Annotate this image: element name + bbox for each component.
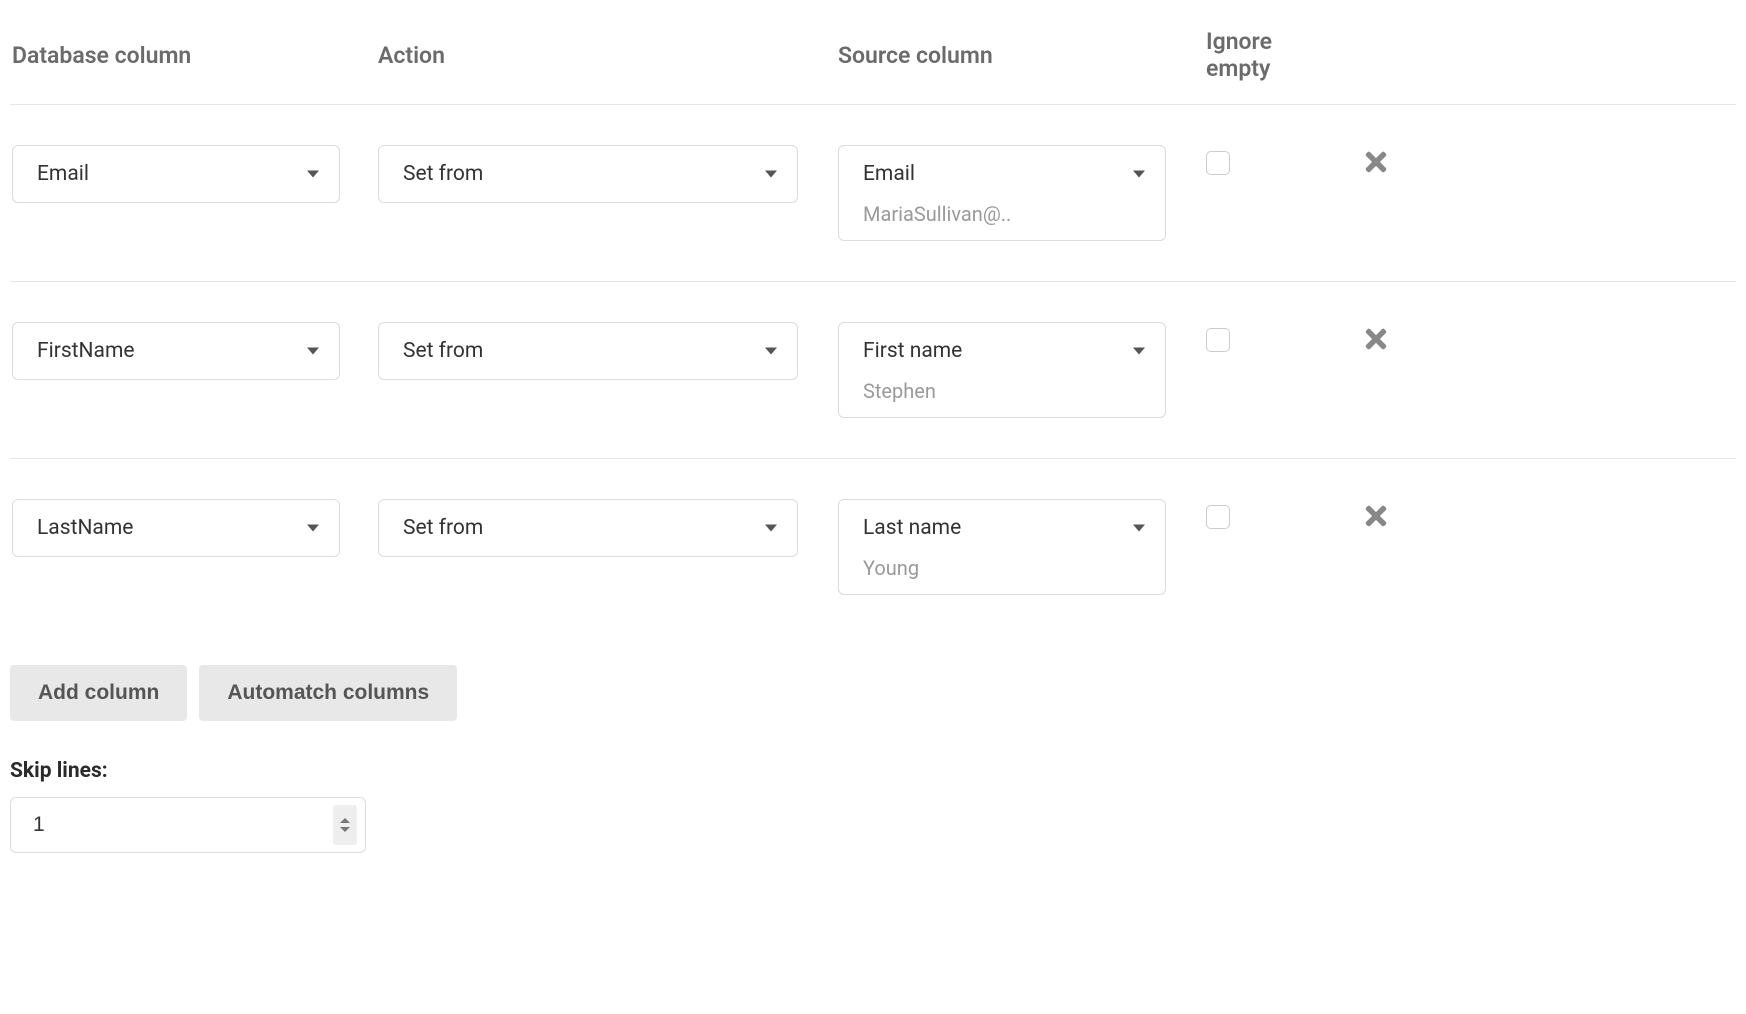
remove-row-button[interactable]: [1361, 147, 1391, 181]
action-select[interactable]: Set from: [378, 499, 798, 557]
header-ignore-empty: Ignore empty: [1206, 28, 1326, 82]
database-column-value: Email: [37, 162, 89, 186]
database-column-select[interactable]: Email: [12, 145, 340, 203]
close-icon: [1361, 324, 1391, 354]
caret-down-icon: [765, 171, 777, 178]
action-value: Set from: [403, 339, 483, 363]
remove-row-button[interactable]: [1361, 501, 1391, 535]
skip-lines-stepper[interactable]: [333, 805, 357, 845]
source-preview-text: MariaSullivan@..: [839, 202, 1165, 240]
caret-down-icon: [307, 525, 319, 532]
remove-row-button[interactable]: [1361, 324, 1391, 358]
skip-lines-label: Skip lines:: [10, 759, 1736, 783]
mapping-row: Email Set from Email MariaSullivan@..: [10, 105, 1736, 282]
ignore-empty-checkbox[interactable]: [1206, 151, 1230, 175]
skip-lines-section: Skip lines:: [10, 759, 1736, 853]
action-select[interactable]: Set from: [378, 145, 798, 203]
column-mapping-panel: Database column Action Source column Ign…: [10, 10, 1736, 853]
header-action: Action: [378, 42, 838, 69]
header-source-column: Source column: [838, 42, 1206, 69]
source-column-select[interactable]: Email MariaSullivan@..: [838, 145, 1166, 241]
action-buttons: Add column Automatch columns: [10, 665, 1736, 721]
source-column-select[interactable]: Last name Young: [838, 499, 1166, 595]
database-column-select[interactable]: FirstName: [12, 322, 340, 380]
close-icon: [1361, 147, 1391, 177]
chevron-up-icon: [340, 818, 350, 823]
source-column-value: First name: [863, 339, 962, 363]
source-preview-text: Stephen: [839, 379, 1165, 417]
automatch-columns-button[interactable]: Automatch columns: [199, 665, 457, 721]
source-column-value: Email: [863, 162, 915, 186]
chevron-down-icon: [340, 827, 350, 832]
ignore-empty-checkbox[interactable]: [1206, 328, 1230, 352]
skip-lines-input[interactable]: [33, 813, 315, 837]
caret-down-icon: [1133, 525, 1145, 532]
caret-down-icon: [765, 348, 777, 355]
database-column-select[interactable]: LastName: [12, 499, 340, 557]
close-icon: [1361, 501, 1391, 531]
source-column-select[interactable]: First name Stephen: [838, 322, 1166, 418]
caret-down-icon: [307, 348, 319, 355]
action-value: Set from: [403, 516, 483, 540]
mapping-row: FirstName Set from First name Stephen: [10, 282, 1736, 459]
caret-down-icon: [765, 525, 777, 532]
add-column-button[interactable]: Add column: [10, 665, 187, 721]
source-column-value: Last name: [863, 516, 961, 540]
source-preview-text: Young: [839, 556, 1165, 594]
caret-down-icon: [1133, 171, 1145, 178]
header-row: Database column Action Source column Ign…: [10, 10, 1736, 105]
action-value: Set from: [403, 162, 483, 186]
header-database-column: Database column: [10, 42, 378, 69]
caret-down-icon: [1133, 348, 1145, 355]
action-select[interactable]: Set from: [378, 322, 798, 380]
mapping-row: LastName Set from Last name Young: [10, 459, 1736, 635]
database-column-value: LastName: [37, 516, 133, 540]
skip-lines-field[interactable]: [10, 797, 366, 853]
ignore-empty-checkbox[interactable]: [1206, 505, 1230, 529]
caret-down-icon: [307, 171, 319, 178]
database-column-value: FirstName: [37, 339, 135, 363]
